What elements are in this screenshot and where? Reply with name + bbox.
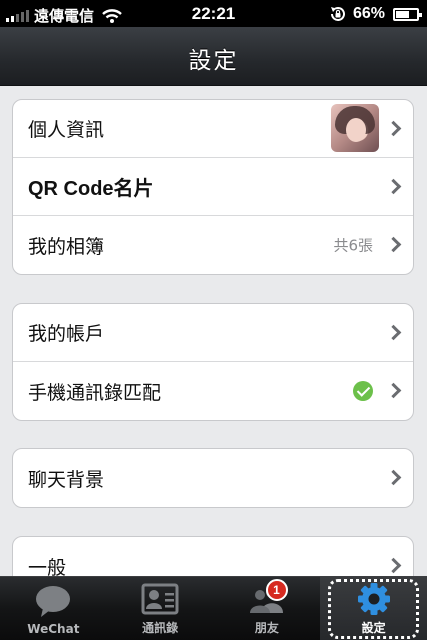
row-label: 一般 — [28, 556, 67, 577]
rotation-lock-icon — [330, 7, 345, 21]
row-general[interactable]: 一般 — [13, 537, 413, 576]
settings-group-account: 我的帳戶 手機通訊錄匹配 — [12, 303, 414, 421]
row-label: 手機通訊錄匹配 — [28, 381, 162, 404]
tab-friends[interactable]: 1 朋友 — [214, 577, 321, 640]
row-profile-info[interactable]: 個人資訊 — [13, 100, 413, 158]
chat-bubble-icon — [36, 586, 71, 617]
page-title: 設定 — [188, 48, 239, 74]
chevron-right-icon — [385, 469, 402, 486]
settings-list[interactable]: 個人資訊 QR Code名片 我的相簿 共6張 我的帳戶 手機通訊錄匹配 聊天背… — [0, 86, 427, 576]
row-qr-code[interactable]: QR Code名片 — [13, 158, 413, 216]
settings-group-general: 一般 — [12, 536, 414, 576]
avatar — [331, 104, 379, 152]
navigation-bar: 設定 — [0, 27, 427, 86]
chevron-right-icon — [385, 324, 402, 340]
status-bar: 遠傳電信 22:21 66% — [0, 0, 427, 27]
notification-badge: 1 — [265, 579, 288, 601]
settings-group-chat: 聊天背景 — [12, 448, 414, 508]
row-label: 我的帳戶 — [28, 323, 105, 345]
album-count: 共6張 — [333, 236, 373, 255]
checkmark-icon — [353, 381, 373, 401]
tab-label: 通訊錄 — [142, 621, 179, 635]
row-contacts-match[interactable]: 手機通訊錄匹配 — [13, 362, 413, 420]
chevron-right-icon — [385, 382, 402, 399]
tab-label: 朋友 — [254, 621, 279, 635]
chevron-right-icon — [385, 236, 402, 253]
tab-label: WeChat — [27, 622, 80, 636]
row-my-album[interactable]: 我的相簿 共6張 — [13, 216, 413, 274]
contact-card-icon — [141, 583, 179, 615]
chevron-right-icon — [385, 120, 402, 136]
chevron-right-icon — [385, 178, 402, 194]
row-label: 個人資訊 — [28, 119, 105, 141]
tab-bar: WeChat 通訊錄 1 朋友 設定 — [0, 576, 427, 640]
tab-wechat[interactable]: WeChat — [0, 577, 107, 640]
tab-settings[interactable]: 設定 — [320, 577, 427, 640]
row-label: 聊天背景 — [28, 468, 105, 491]
row-label: QR Code名片 — [28, 178, 154, 200]
tab-contacts[interactable]: 通訊錄 — [107, 577, 214, 640]
row-label: 我的相簿 — [28, 235, 105, 258]
row-chat-background[interactable]: 聊天背景 — [13, 449, 413, 507]
battery-percent: 66% — [352, 5, 385, 22]
battery-icon — [393, 7, 422, 21]
chevron-right-icon — [385, 557, 402, 574]
battery-fill — [396, 10, 410, 18]
row-my-account[interactable]: 我的帳戶 — [13, 304, 413, 362]
settings-group-profile: 個人資訊 QR Code名片 我的相簿 共6張 — [12, 99, 414, 275]
gear-icon — [357, 583, 390, 615]
